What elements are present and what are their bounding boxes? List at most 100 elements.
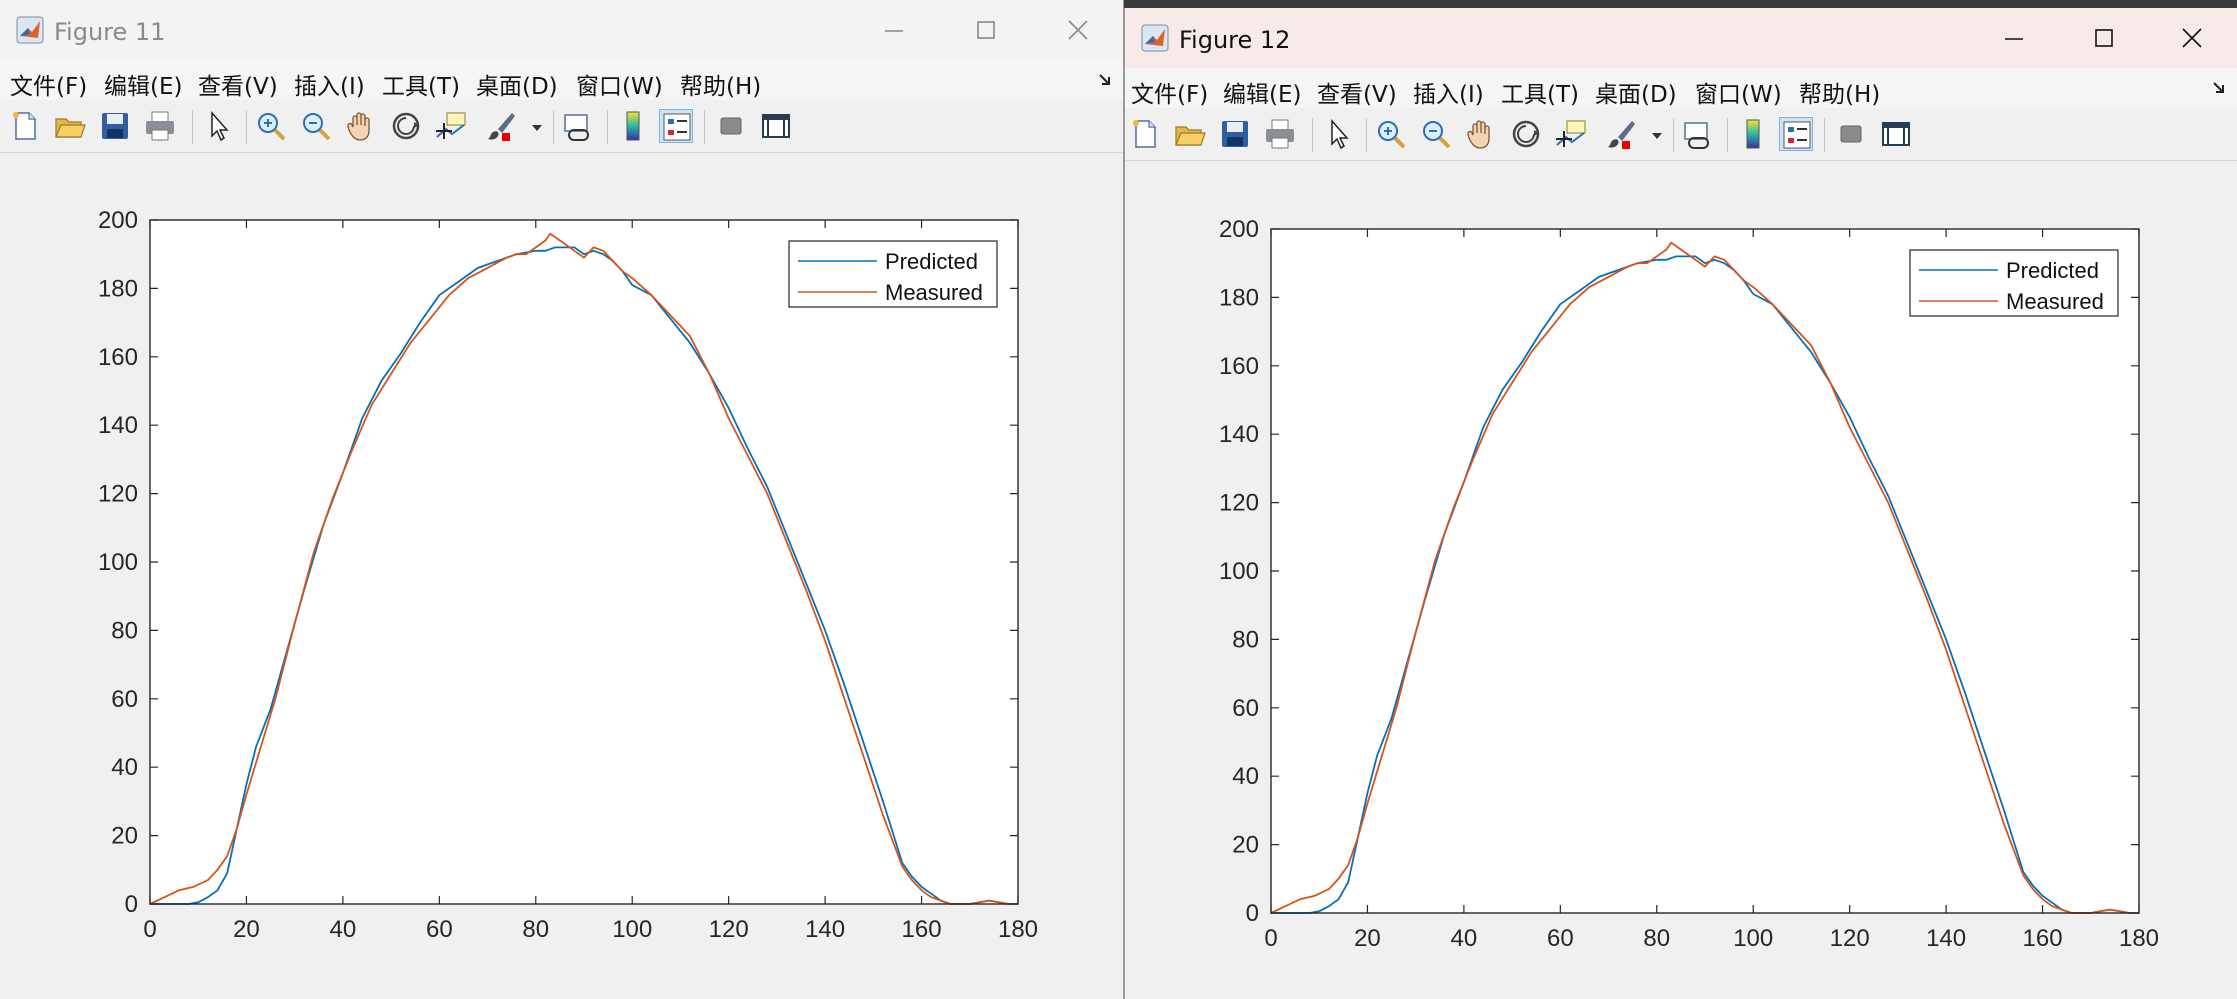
select-arrow-icon[interactable]	[1322, 117, 1356, 151]
menu-tools[interactable]: 工具(T)	[382, 67, 460, 101]
legend-label-measured: Measured	[2006, 289, 2104, 314]
x-tick-label: 140	[805, 916, 845, 943]
maximize-button[interactable]	[2058, 8, 2150, 68]
pan-hand-icon[interactable]	[344, 109, 378, 143]
show-plot-tools-icon[interactable]	[1879, 117, 1913, 151]
open-file-icon[interactable]	[53, 109, 87, 143]
y-tick-label: 20	[111, 823, 138, 850]
x-tick-label: 60	[1547, 925, 1574, 952]
x-tick-label: 160	[902, 916, 942, 943]
title-bar[interactable]: Figure 11	[0, 0, 1123, 60]
x-tick-label: 60	[426, 916, 453, 943]
select-arrow-icon[interactable]	[202, 109, 236, 143]
save-icon[interactable]	[98, 109, 132, 143]
plot-area: 0 20 40 60 80 100 120 140 160 180 0 20 40 60 80 100 120 1…	[1219, 216, 2159, 952]
y-tick-label: 200	[98, 207, 138, 234]
rotate-3d-icon[interactable]	[1509, 117, 1543, 151]
x-tick-label: 100	[1733, 925, 1773, 952]
menu-bar: 文件(F) 编辑(E) 查看(V) 插入(I) 工具(T) 桌面(D) 窗口(W…	[0, 60, 1123, 100]
y-tick-label: 140	[1219, 421, 1259, 448]
minimize-button[interactable]	[848, 0, 940, 60]
hide-plot-tools-icon[interactable]	[1834, 117, 1868, 151]
y-tick-label: 180	[98, 275, 138, 302]
menu-view[interactable]: 查看(V)	[1317, 75, 1397, 109]
new-figure-icon[interactable]	[1128, 117, 1162, 151]
x-tick-label: 20	[233, 916, 260, 943]
y-tick-label: 40	[111, 754, 138, 781]
open-file-icon[interactable]	[1173, 117, 1207, 151]
menu-desktop[interactable]: 桌面(D)	[1595, 75, 1677, 109]
y-tick-label: 60	[1232, 695, 1259, 722]
menu-tools[interactable]: 工具(T)	[1501, 75, 1579, 109]
menu-help[interactable]: 帮助(H)	[680, 67, 761, 101]
colorbar-icon[interactable]	[616, 109, 650, 143]
brush-dropdown-arrow-icon[interactable]	[1651, 132, 1663, 140]
y-tick-label: 160	[98, 344, 138, 371]
zoom-out-icon[interactable]	[1419, 117, 1453, 151]
menu-insert[interactable]: 插入(I)	[1413, 75, 1484, 109]
menu-desktop[interactable]: 桌面(D)	[476, 67, 558, 101]
menu-edit[interactable]: 编辑(E)	[1223, 75, 1301, 109]
rotate-3d-icon[interactable]	[389, 109, 423, 143]
dock-arrow-icon[interactable]	[2211, 80, 2227, 96]
axes-background[interactable]	[150, 220, 1018, 904]
x-tick-label: 80	[522, 916, 549, 943]
hide-plot-tools-icon[interactable]	[714, 109, 748, 143]
colorbar-icon[interactable]	[1736, 117, 1770, 151]
menu-file[interactable]: 文件(F)	[10, 67, 87, 101]
data-cursor-icon[interactable]	[1554, 117, 1588, 151]
y-tick-label: 0	[1246, 900, 1259, 927]
legend[interactable]: Predicted Measured	[1909, 249, 2119, 317]
x-tick-label: 100	[612, 916, 652, 943]
title-bar[interactable]: Figure 12	[1125, 8, 2237, 68]
window-title: Figure 12	[1179, 26, 1291, 54]
legend-icon[interactable]	[659, 109, 693, 143]
y-tick-label: 40	[1232, 763, 1259, 790]
axes-background[interactable]	[1271, 229, 2139, 913]
y-tick-label: 100	[98, 549, 138, 576]
legend[interactable]: Predicted Measured	[788, 240, 998, 308]
y-tick-label: 100	[1219, 558, 1259, 585]
brush-icon[interactable]	[1604, 117, 1638, 151]
x-tick-label: 80	[1643, 925, 1670, 952]
zoom-in-icon[interactable]	[254, 109, 288, 143]
pan-hand-icon[interactable]	[1464, 117, 1498, 151]
axes[interactable]: 0 20 40 60 80 100 120 140 160 180 0 20 40 60 80 100 120 1…	[1219, 216, 2159, 952]
axes[interactable]: 0 20 40 60 80 100 120 140 160 180 0 20 40 60 80 100 120 1…	[98, 207, 1038, 943]
figure-window-11[interactable]: Figure 11 文件(F) 编辑(E) 查看(V) 插入(I) 工具(T) …	[0, 0, 1124, 999]
y-tick-label: 180	[1219, 284, 1259, 311]
legend-icon[interactable]	[1779, 117, 1813, 151]
zoom-in-icon[interactable]	[1374, 117, 1408, 151]
link-plot-icon[interactable]	[561, 109, 595, 143]
brush-dropdown-arrow-icon[interactable]	[531, 124, 543, 132]
menu-insert[interactable]: 插入(I)	[294, 67, 365, 101]
show-plot-tools-icon[interactable]	[759, 109, 793, 143]
menu-help[interactable]: 帮助(H)	[1799, 75, 1880, 109]
menu-file[interactable]: 文件(F)	[1131, 75, 1208, 109]
menu-window[interactable]: 窗口(W)	[576, 67, 663, 101]
brush-icon[interactable]	[484, 109, 518, 143]
y-tick-label: 60	[111, 686, 138, 713]
zoom-out-icon[interactable]	[299, 109, 333, 143]
data-cursor-icon[interactable]	[434, 109, 468, 143]
minimize-button[interactable]	[1968, 8, 2060, 68]
close-button[interactable]	[1032, 0, 1123, 60]
y-tick-label: 120	[98, 481, 138, 508]
menu-bar: 文件(F) 编辑(E) 查看(V) 插入(I) 工具(T) 桌面(D) 窗口(W…	[1125, 68, 2237, 108]
save-icon[interactable]	[1218, 117, 1252, 151]
menu-edit[interactable]: 编辑(E)	[104, 67, 182, 101]
print-icon[interactable]	[1263, 117, 1297, 151]
maximize-button[interactable]	[940, 0, 1032, 60]
figure-window-12[interactable]: Figure 12 文件(F) 编辑(E) 查看(V) 插入(I) 工具(T) …	[1124, 8, 2237, 999]
new-figure-icon[interactable]	[8, 109, 42, 143]
x-tick-label: 0	[143, 916, 156, 943]
link-plot-icon[interactable]	[1681, 117, 1715, 151]
print-icon[interactable]	[143, 109, 177, 143]
y-tick-label: 20	[1232, 832, 1259, 859]
matlab-logo-icon	[16, 16, 44, 44]
dock-arrow-icon[interactable]	[1097, 72, 1113, 88]
legend-label-predicted: Predicted	[885, 249, 978, 274]
menu-window[interactable]: 窗口(W)	[1695, 75, 1782, 109]
menu-view[interactable]: 查看(V)	[198, 67, 278, 101]
close-button[interactable]	[2146, 8, 2237, 68]
